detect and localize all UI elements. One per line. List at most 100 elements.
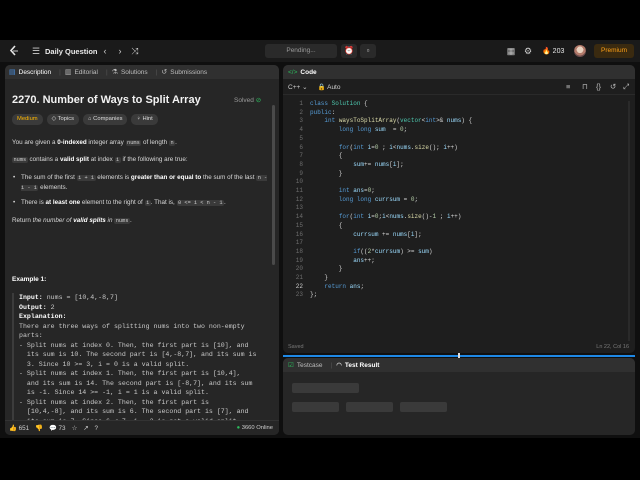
inline-code: nums [114, 218, 130, 224]
comments-button[interactable]: 💬 73 [49, 424, 66, 433]
output-label: Output: [19, 303, 47, 311]
companies-label: Companies [93, 116, 123, 122]
inline-code: nums [12, 157, 28, 163]
prev-problem-icon[interactable]: ‹ [100, 46, 110, 56]
tab-description-label: Description [18, 68, 52, 76]
loading-placeholder [400, 402, 447, 412]
tab-editorial[interactable]: ▥ Editorial [64, 68, 98, 77]
code-title: Code [300, 68, 317, 76]
layout-icon[interactable]: ▦ [506, 46, 516, 56]
line-number: 11 [295, 187, 303, 195]
text-bold: greater than or equal to [130, 174, 202, 181]
text-italic: in [105, 217, 115, 224]
text-bold: valid splits [73, 217, 106, 224]
bookmark-icon[interactable]: ⊓ [582, 82, 588, 91]
hint-label: Hint [142, 116, 153, 122]
line-number: 6 [299, 143, 303, 151]
text-bold: valid split [59, 156, 89, 163]
braces-icon[interactable]: {} [596, 82, 601, 91]
share-button[interactable]: ↗ [83, 425, 88, 432]
expand-icon[interactable]: ⤢ [623, 82, 629, 92]
problem-title[interactable]: 2270. Number of Ways to Split Array [12, 94, 201, 106]
line-numbers: 1 2 3 4 5 6 7 8 9 10 11 12 13 14 15 16 17 18 19 20 21 22 23 [283, 100, 303, 300]
tab-test-result[interactable]: ◠ Test Result [336, 361, 380, 370]
daily-question-link[interactable]: Daily Question [45, 47, 98, 56]
line-number: 1 [299, 100, 303, 107]
code-footer: Saved Ln 22, Col 16 [283, 341, 635, 353]
editor-scrollbar[interactable] [628, 101, 630, 341]
tab-editorial-label: Editorial [74, 68, 98, 76]
help-button[interactable]: ? [95, 425, 99, 432]
tab-submissions[interactable]: ↺ Submissions [161, 68, 207, 77]
conditions-list: The sum of the first i + 1 elements is g… [12, 173, 270, 213]
test-tabs: ☑ Testcase | ◠ Test Result [283, 358, 635, 372]
book-icon: ▥ [64, 69, 72, 76]
loading-placeholder [346, 402, 393, 412]
code-editor[interactable]: class Solution { public: int waysToSplit… [310, 100, 472, 300]
timer-icon[interactable]: ⏰ [341, 44, 357, 58]
line-number: 18 [295, 247, 303, 255]
online-dot-icon: ● [236, 425, 241, 431]
line-number: 2 [299, 108, 303, 116]
description-para-2: nums contains a valid split at index i i… [12, 155, 270, 165]
input-value: nums = [10,4,-8,7] [42, 294, 118, 301]
text: integer array [86, 139, 126, 146]
tab-test-result-label: Test Result [344, 361, 380, 369]
auto-mode-label: Auto [327, 83, 341, 91]
text: elements is [95, 174, 131, 181]
line-number: 8 [299, 160, 303, 168]
problem-list-icon[interactable]: ☰ [31, 46, 41, 56]
next-problem-icon[interactable]: › [115, 46, 125, 56]
tab-testcase-label: Testcase [296, 361, 323, 369]
lock-icon: 🔒 [317, 83, 326, 91]
streak-counter[interactable]: 🔥 203 [542, 47, 564, 55]
text: contains a [27, 156, 60, 163]
line-number: 9 [299, 169, 303, 177]
shuffle-icon[interactable]: ⤨ [130, 46, 140, 56]
code-panel: </> Code C++ ⌄ 🔒 Auto ≡ ⊓ {} ↺ ⤢ 12345678… [283, 65, 635, 353]
text-bold: 0-indexed [57, 139, 87, 146]
format-icon[interactable]: ≡ [566, 82, 570, 91]
auto-mode[interactable]: 🔒 Auto [318, 83, 341, 91]
input-label: Input: [19, 294, 43, 301]
text: elements. [38, 184, 68, 191]
language-label: C++ [288, 83, 301, 91]
description-scrollbar[interactable] [272, 105, 275, 265]
hint-chip[interactable]: ♀ Hint [131, 114, 158, 125]
check-circle-icon: ⊘ [255, 97, 262, 104]
output-value: 2 [46, 303, 55, 311]
notes-icon[interactable]: ▫ [360, 44, 376, 58]
premium-button[interactable]: Premium [594, 44, 634, 58]
loading-placeholder [292, 402, 339, 412]
reset-icon[interactable]: ↺ [610, 82, 616, 91]
tab-testcase[interactable]: ☑ Testcase [288, 361, 323, 370]
help-icon: ? [94, 424, 99, 432]
leetcode-logo-icon[interactable] [8, 45, 20, 57]
text: at index [88, 156, 115, 163]
like-button[interactable]: 👍 651 [9, 424, 29, 433]
inline-code: i + 1 [76, 175, 96, 181]
explanation-label: Explanation: [19, 313, 67, 320]
line-number: 7 [299, 152, 303, 160]
streak-count: 203 [552, 48, 565, 55]
settings-gear-icon[interactable]: ⚙ [523, 46, 533, 56]
favorite-button[interactable]: ☆ [72, 425, 78, 432]
dislike-button[interactable]: 👎 [35, 424, 43, 432]
text: Return [12, 217, 33, 224]
topics-chip[interactable]: ◇ Topics [46, 114, 80, 125]
run-status: Pending... [265, 44, 337, 58]
share-icon: ↗ [83, 424, 89, 432]
solved-label: Solved [234, 97, 254, 104]
tab-description[interactable]: ▤ Description [9, 68, 52, 77]
tab-solutions[interactable]: ⚗ Solutions [112, 68, 148, 77]
text: There is [21, 199, 46, 206]
language-select[interactable]: C++ ⌄ [288, 83, 308, 91]
avatar[interactable] [574, 45, 586, 57]
line-number: 5 [299, 134, 303, 142]
text-italic: the number of [32, 217, 74, 224]
topics-label: Topics [57, 116, 75, 122]
fire-icon: 🔥 [542, 48, 551, 55]
history-icon: ↺ [161, 69, 168, 76]
companies-chip[interactable]: ⌂ Companies [83, 114, 128, 125]
text: . [129, 217, 132, 224]
